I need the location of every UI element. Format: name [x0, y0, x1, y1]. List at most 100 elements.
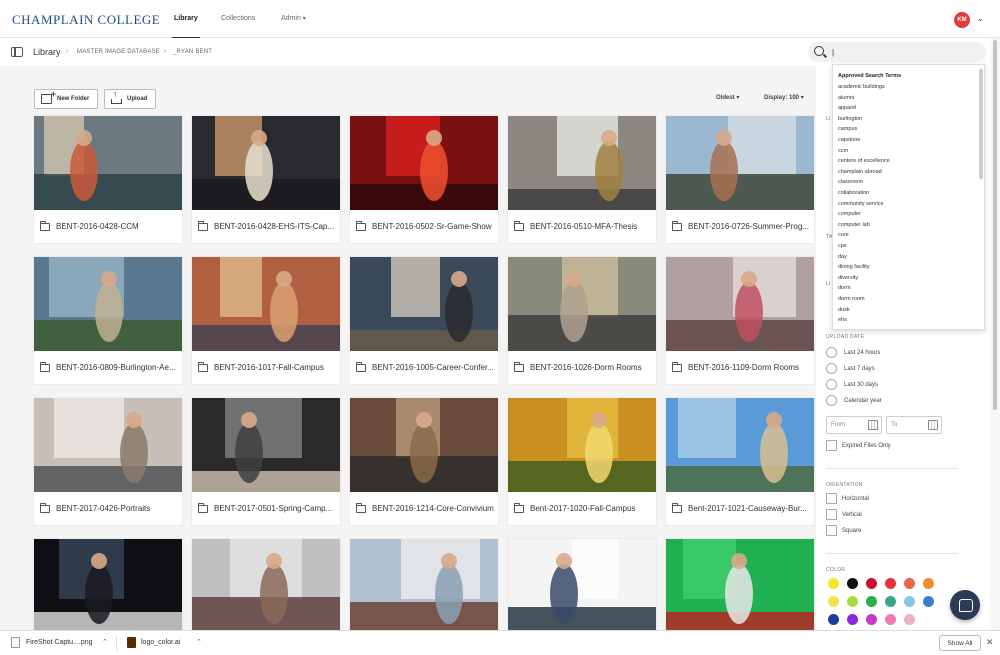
folder-card[interactable]: BENT-2016-0428-CCM: [34, 116, 182, 243]
folder-caption[interactable]: BENT-2017-0426-Portraits: [34, 492, 182, 525]
folder-card[interactable]: BENT-2016-1017-Fall-Campus: [192, 257, 340, 384]
page-scrollbar-thumb[interactable]: [993, 40, 997, 410]
close-icon[interactable]: ✕: [986, 637, 994, 648]
color-swatch[interactable]: [847, 596, 858, 607]
color-swatch[interactable]: [866, 614, 877, 625]
radio-last-30-days[interactable]: [826, 379, 837, 390]
color-swatch[interactable]: [904, 578, 915, 589]
color-swatch[interactable]: [847, 614, 858, 625]
suggestion-item[interactable]: burlington: [838, 116, 862, 122]
folder-caption[interactable]: BENT-2016-0428-CCM: [34, 210, 182, 243]
suggestions-scrollbar[interactable]: [979, 69, 983, 179]
logo[interactable]: CHAMPLAIN COLLEGE: [12, 12, 160, 28]
folder-caption[interactable]: BENT-2016-0502-Sr-Game-Show: [350, 210, 498, 243]
calendar-icon[interactable]: [868, 420, 878, 430]
folder-card[interactable]: BENT-2016-0502-Sr-Game-Show: [350, 116, 498, 243]
color-swatch[interactable]: [866, 596, 877, 607]
color-swatch[interactable]: [904, 614, 915, 625]
folder-thumbnail[interactable]: [666, 539, 814, 630]
new-folder-button[interactable]: New Folder: [34, 89, 98, 109]
show-all-button[interactable]: Show All: [939, 635, 981, 651]
folder-card[interactable]: [192, 539, 340, 630]
color-swatch[interactable]: [828, 596, 839, 607]
folder-caption[interactable]: BENT-2016-1214-Core-Convivium: [350, 492, 498, 525]
folder-caption[interactable]: Bent-2017-1020-Fall-Campus: [508, 492, 656, 525]
folder-thumbnail[interactable]: [192, 539, 340, 630]
suggestion-item[interactable]: computer: [838, 211, 861, 217]
folder-caption[interactable]: BENT-2016-1017-Fall-Campus: [192, 351, 340, 384]
sidebar-toggle-icon[interactable]: [11, 47, 23, 57]
folder-thumbnail[interactable]: [34, 257, 182, 351]
calendar-icon[interactable]: [928, 420, 938, 430]
folder-card[interactable]: BENT-2017-0501-Spring-Camp...: [192, 398, 340, 525]
download-item[interactable]: logo_color.ai: [141, 639, 180, 646]
folder-card[interactable]: BENT-2016-0726-Summer-Prog...: [666, 116, 814, 243]
suggestion-item[interactable]: diversity: [838, 275, 858, 281]
folder-card[interactable]: BENT-2016-0510-MFA-Thesis: [508, 116, 656, 243]
color-swatch[interactable]: [828, 578, 839, 589]
color-swatch[interactable]: [885, 578, 896, 589]
folder-thumbnail[interactable]: [192, 116, 340, 210]
suggestion-item[interactable]: day: [838, 254, 847, 260]
date-from-input[interactable]: From: [826, 416, 882, 434]
radio-last-24-hours[interactable]: [826, 347, 837, 358]
suggestion-item[interactable]: alumni: [838, 95, 854, 101]
suggestion-item[interactable]: collaboration: [838, 190, 869, 196]
orientation-square-checkbox[interactable]: [826, 525, 837, 536]
download-item[interactable]: FireShot Captu....png: [26, 639, 93, 646]
folder-thumbnail[interactable]: [34, 116, 182, 210]
folder-caption[interactable]: BENT-2016-1005-Career-Confer...: [350, 351, 498, 384]
suggestion-item[interactable]: ccm: [838, 148, 848, 154]
color-swatch[interactable]: [904, 596, 915, 607]
date-to-input[interactable]: To: [886, 416, 942, 434]
suggestion-item[interactable]: dusk: [838, 307, 850, 313]
folder-caption[interactable]: BENT-2016-0726-Summer-Prog...: [666, 210, 814, 243]
folder-caption[interactable]: BENT-2016-0809-Burlington-Ae...: [34, 351, 182, 384]
folder-thumbnail[interactable]: [34, 398, 182, 492]
search-box[interactable]: [808, 42, 986, 62]
orientation-horizontal-checkbox[interactable]: [826, 493, 837, 504]
suggestion-item[interactable]: classroom: [838, 179, 863, 185]
suggestion-item[interactable]: apparel: [838, 105, 856, 111]
sort-select[interactable]: Oldest ▾: [716, 94, 739, 101]
breadcrumb-root[interactable]: Library: [33, 47, 61, 57]
nav-collections[interactable]: Collections: [221, 15, 255, 22]
folder-thumbnail[interactable]: [350, 539, 498, 630]
suggestion-item[interactable]: core: [838, 232, 849, 238]
nav-admin[interactable]: Admin ▾: [281, 15, 306, 22]
suggestion-item[interactable]: champlain abroad: [838, 169, 882, 175]
folder-caption[interactable]: BENT-2016-1109-Dorm Rooms: [666, 351, 814, 384]
radio-calendar-year[interactable]: [826, 395, 837, 406]
folder-thumbnail[interactable]: [192, 398, 340, 492]
suggestion-item[interactable]: centers of excellence: [838, 158, 890, 164]
folder-thumbnail[interactable]: [192, 257, 340, 351]
suggestion-item[interactable]: community service: [838, 201, 884, 207]
chevron-up-icon[interactable]: ⌃: [102, 638, 108, 646]
suggestion-item[interactable]: cps: [838, 243, 847, 249]
folder-thumbnail[interactable]: [34, 539, 182, 630]
folder-card[interactable]: [666, 539, 814, 630]
color-swatch[interactable]: [923, 578, 934, 589]
folder-card[interactable]: BENT-2016-1026-Dorm Rooms: [508, 257, 656, 384]
folder-card[interactable]: BENT-2016-1214-Core-Convivium: [350, 398, 498, 525]
radio-last-7-days[interactable]: [826, 363, 837, 374]
folder-caption[interactable]: BENT-2016-0428-EHS-ITS-Cap...: [192, 210, 340, 243]
folder-card[interactable]: [34, 539, 182, 630]
folder-card[interactable]: Bent-2017-1021-Causeway-Bur...: [666, 398, 814, 525]
color-swatch[interactable]: [828, 614, 839, 625]
suggestion-item[interactable]: dorm room: [838, 296, 865, 302]
avatar[interactable]: KM: [954, 12, 970, 28]
chevron-up-icon[interactable]: ⌃: [196, 638, 202, 646]
folder-card[interactable]: [508, 539, 656, 630]
folder-card[interactable]: BENT-2016-1005-Career-Confer...: [350, 257, 498, 384]
suggestion-item[interactable]: academic buildings: [838, 84, 885, 90]
folder-thumbnail[interactable]: [508, 539, 656, 630]
upload-button[interactable]: Upload: [104, 89, 156, 109]
folder-caption[interactable]: BENT-2017-0501-Spring-Camp...: [192, 492, 340, 525]
suggestion-item[interactable]: dining facility: [838, 264, 870, 270]
suggestion-item[interactable]: computer lab: [838, 222, 870, 228]
folder-caption[interactable]: Bent-2017-1021-Causeway-Bur...: [666, 492, 814, 525]
suggestion-item[interactable]: dorm: [838, 285, 851, 291]
folder-card[interactable]: [350, 539, 498, 630]
folder-card[interactable]: BENT-2017-0426-Portraits: [34, 398, 182, 525]
